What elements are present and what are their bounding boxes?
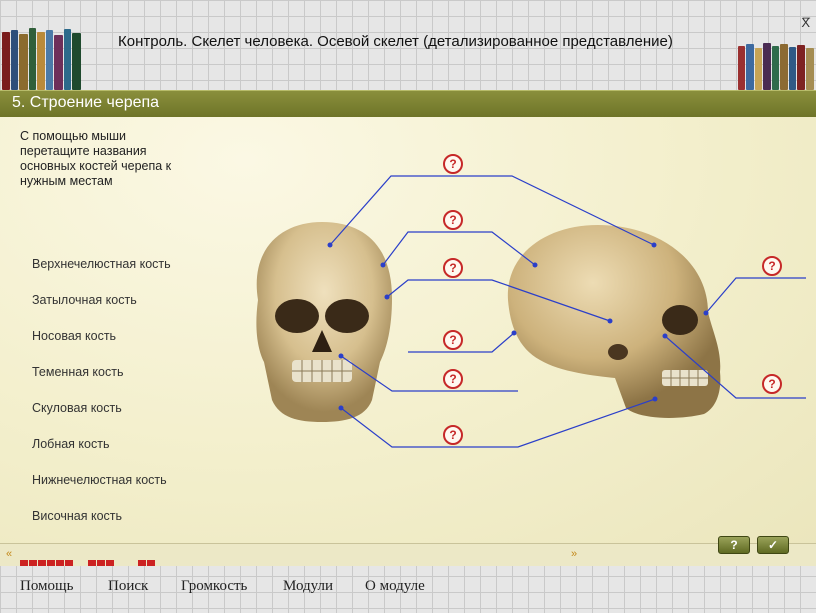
menu-volume[interactable]: Громкость (181, 578, 247, 595)
progress-group-2 (88, 553, 115, 566)
menu-search[interactable]: Поиск (108, 578, 148, 595)
progress-strip: « » (0, 543, 816, 566)
drop-target-marker[interactable]: ? (443, 210, 463, 230)
drop-target-marker[interactable]: ? (443, 330, 463, 350)
drop-target-marker[interactable]: ? (443, 154, 463, 174)
menu-about[interactable]: О модуле (365, 578, 425, 595)
prev-page-icon[interactable]: « (6, 548, 12, 560)
next-page-icon[interactable]: » (571, 548, 577, 560)
help-button[interactable]: ? (718, 536, 750, 554)
progress-group-1 (20, 553, 74, 566)
drop-target-marker[interactable]: ? (443, 369, 463, 389)
drop-target-marker[interactable]: ? (762, 256, 782, 276)
check-button[interactable]: ✓ (757, 536, 789, 554)
skull-diagram (256, 175, 806, 448)
menu-help[interactable]: Помощь (20, 578, 73, 595)
skull-front-image (256, 222, 392, 422)
progress-group-3 (138, 553, 156, 566)
drop-target-marker[interactable]: ? (443, 425, 463, 445)
skull-side-image (507, 225, 721, 418)
menu-modules[interactable]: Модули (283, 578, 333, 595)
drop-target-marker[interactable]: ? (762, 374, 782, 394)
drop-target-marker[interactable]: ? (443, 258, 463, 278)
